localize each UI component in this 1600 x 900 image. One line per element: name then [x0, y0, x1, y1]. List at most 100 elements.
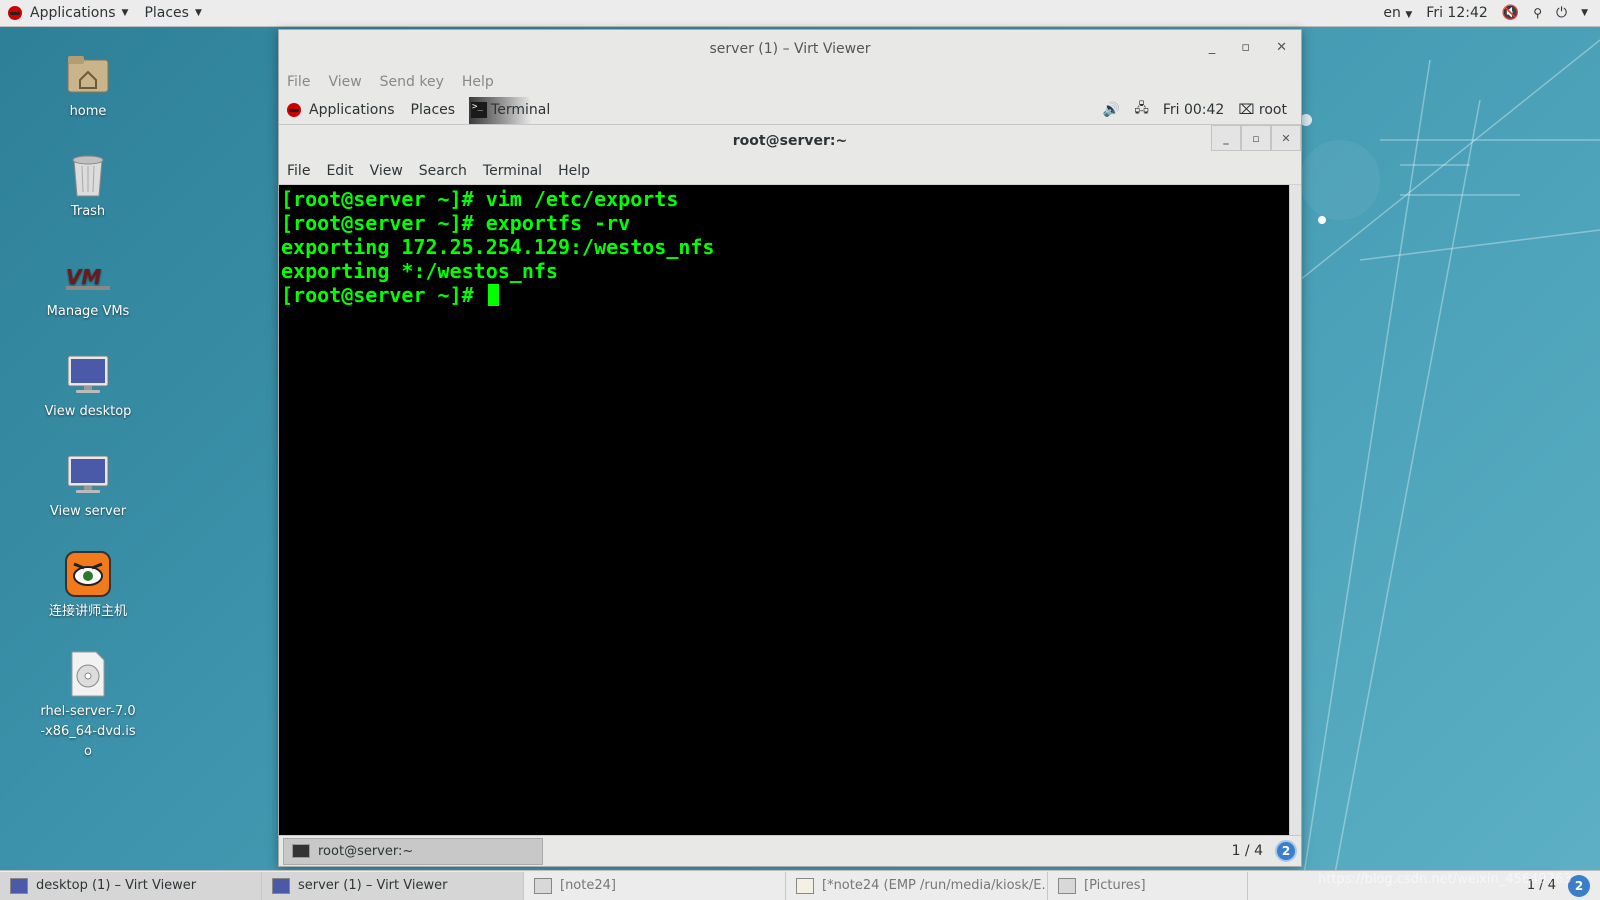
desktop-icon-view-desktop[interactable]: View desktop [28, 350, 148, 422]
task-server-virt-viewer[interactable]: server (1) – Virt Viewer [262, 871, 524, 900]
remote-connect-icon [64, 550, 112, 598]
menu-help[interactable]: Help [558, 163, 590, 179]
menu-terminal[interactable]: Terminal [483, 163, 542, 179]
monitor-icon [64, 350, 112, 398]
close-icon[interactable]: ✕ [1271, 125, 1301, 151]
terminal-output[interactable]: [root@server ~]# vim /etc/exports [root@… [279, 185, 1289, 835]
guest-display[interactable]: Applications Places >_ Terminal 🔊 🖧 Fri … [279, 96, 1301, 866]
terminal-label: Terminal [491, 102, 551, 118]
monitor-icon [10, 877, 28, 894]
monitor-icon [272, 877, 290, 894]
desktop-icon-view-server[interactable]: View server [28, 450, 148, 522]
maximize-icon[interactable]: ▫ [1241, 125, 1271, 151]
menu-help[interactable]: Help [462, 74, 494, 90]
virt-viewer-titlebar[interactable]: server (1) – Virt Viewer _ ▫ ✕ [279, 30, 1301, 68]
network-icon[interactable]: 🖧 [1134, 99, 1149, 121]
guest-top-bar: Applications Places >_ Terminal 🔊 🖧 Fri … [279, 96, 1301, 125]
text-cursor [487, 284, 499, 306]
disc-image-icon [64, 650, 112, 698]
power-icon: ⏻ [1556, 5, 1568, 21]
guest-applications-menu[interactable]: Applications [279, 102, 403, 118]
chevron-down-icon: ▼ [194, 8, 202, 18]
notification-badge[interactable]: 2 [1275, 840, 1297, 862]
desktop-icon-remote-connect[interactable]: 连接讲师主机 [28, 550, 148, 622]
task-pictures[interactable]: [Pictures] [1048, 871, 1248, 900]
language-label: en [1383, 5, 1401, 21]
applications-label: Applications [309, 102, 395, 118]
task-label: [note24] [560, 878, 616, 893]
desktop-icon-label: View desktop [44, 404, 132, 419]
task-note24-editor[interactable]: [*note24 (EMP /run/media/kiosk/E... [786, 871, 1048, 900]
network-icon: ⚲ [1533, 6, 1542, 20]
task-label: root@server:~ [318, 843, 414, 859]
redhat-logo-icon [287, 103, 301, 117]
desktop-icon-label: Trash [70, 204, 106, 219]
maximize-icon[interactable]: ▫ [1241, 40, 1250, 55]
window-title: server (1) – Virt Viewer [709, 41, 871, 57]
task-desktop-virt-viewer[interactable]: desktop (1) – Virt Viewer [0, 871, 262, 900]
menu-file[interactable]: File [287, 74, 310, 90]
guest-places-menu[interactable]: Places [403, 102, 464, 118]
watermark-text: https://blog.csdn.net/weixin_45649763 [1318, 872, 1572, 887]
places-menu[interactable]: Places ▼ [136, 0, 209, 27]
desktop-icon-label: Manage VMs [46, 304, 130, 319]
task-note24[interactable]: [note24] [524, 871, 786, 900]
terminal-window: root@server:~ _ ▫ ✕ File Edit View Searc… [279, 125, 1301, 866]
user-icon: ⌧ [1238, 102, 1255, 118]
virt-manager-icon: VM [64, 250, 112, 298]
guest-task-terminal[interactable]: root@server:~ [283, 837, 543, 865]
folder-icon [1058, 877, 1076, 894]
applications-menu[interactable]: Applications ▼ [0, 0, 136, 27]
document-icon [534, 877, 552, 894]
clock[interactable]: Fri 12:42 [1426, 5, 1487, 21]
terminal-menubar: File Edit View Search Terminal Help [279, 157, 1301, 185]
terminal-prompt-line: [root@server ~]# [281, 283, 1287, 307]
task-label: [*note24 (EMP /run/media/kiosk/E... [822, 878, 1048, 893]
chevron-down-icon: ▼ [121, 8, 129, 18]
system-status-menu[interactable]: 🔇 ⚲ ⏻ ▼ [1502, 5, 1588, 21]
volume-icon[interactable]: 🔊 [1103, 102, 1120, 118]
guest-terminal-app-button[interactable]: >_ Terminal [469, 96, 559, 124]
minimize-icon[interactable]: _ [1209, 40, 1216, 55]
text-editor-icon [796, 877, 814, 894]
terminal-line: [root@server ~]# vim /etc/exports [281, 187, 679, 211]
menu-file[interactable]: File [287, 163, 310, 179]
menu-view[interactable]: View [370, 163, 403, 179]
menu-edit[interactable]: Edit [326, 163, 353, 179]
task-label: server (1) – Virt Viewer [298, 878, 448, 893]
volume-muted-icon: 🔇 [1501, 5, 1520, 21]
virt-viewer-menubar: File View Send key Help [279, 68, 1301, 96]
terminal-line: exporting 172.25.254.129:/westos_nfs [281, 235, 715, 259]
language-selector[interactable]: en ▼ [1383, 5, 1412, 21]
desktop-icon-manage-vms[interactable]: VM Manage VMs [28, 250, 148, 322]
terminal-icon [292, 844, 310, 858]
workspace-pager[interactable]: 1 / 4 [1232, 843, 1263, 859]
user-menu[interactable]: ⌧ root [1238, 102, 1287, 118]
desktop-icon-home[interactable]: home [28, 50, 148, 122]
terminal-scrollbar[interactable] [1289, 185, 1301, 835]
guest-clock[interactable]: Fri 00:42 [1163, 102, 1224, 118]
task-label: desktop (1) – Virt Viewer [36, 878, 197, 893]
desktop-icon-trash[interactable]: Trash [28, 150, 148, 222]
guest-bottom-bar: root@server:~ 1 / 4 2 [279, 835, 1301, 866]
menu-view[interactable]: View [328, 74, 361, 90]
virt-viewer-window: server (1) – Virt Viewer _ ▫ ✕ File View… [278, 29, 1302, 867]
terminal-title: root@server:~ [732, 133, 848, 149]
menu-send-key[interactable]: Send key [380, 74, 444, 90]
redhat-logo-icon [8, 6, 22, 20]
minimize-icon[interactable]: _ [1211, 125, 1241, 151]
chevron-down-icon: ▼ [1581, 8, 1588, 18]
applications-label: Applications [30, 5, 116, 21]
terminal-line: exporting *:/westos_nfs [281, 259, 558, 283]
desktop-icon-iso[interactable]: rhel-server-7.0-x86_64-dvd.iso [28, 650, 148, 762]
menu-search[interactable]: Search [419, 163, 467, 179]
folder-home-icon [64, 50, 112, 98]
svg-text:VM: VM [66, 265, 101, 289]
desktop-icon-label: 连接讲师主机 [48, 604, 127, 619]
chevron-down-icon: ▼ [1405, 10, 1413, 20]
terminal-line: [root@server ~]# exportfs -rv [281, 211, 631, 235]
places-label: Places [144, 5, 189, 21]
terminal-titlebar[interactable]: root@server:~ _ ▫ ✕ [279, 125, 1301, 157]
task-label: [Pictures] [1084, 878, 1146, 893]
close-icon[interactable]: ✕ [1276, 40, 1287, 55]
